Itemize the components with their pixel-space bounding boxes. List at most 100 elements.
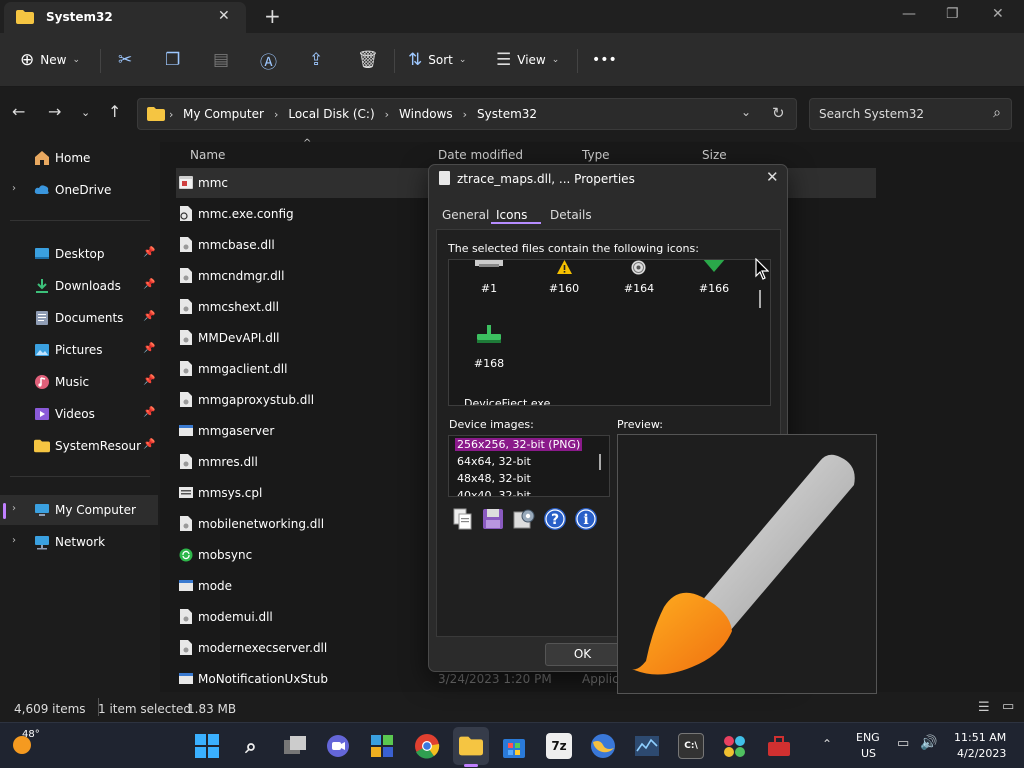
cut-icon[interactable]: ✂ [118, 47, 132, 73]
sidebar-item-videos[interactable]: Videos 📌 [0, 399, 158, 429]
close-tab-icon[interactable]: ✕ [218, 8, 230, 24]
breadcrumb-my-computer[interactable]: My Computer [183, 107, 264, 121]
column-header-type[interactable]: Type [582, 148, 610, 162]
pin-icon: 📌 [143, 343, 156, 354]
network-status-icon[interactable]: ▭ [897, 736, 909, 751]
paste-icon[interactable]: ▤ [213, 47, 229, 73]
tab-details[interactable]: Details [550, 208, 592, 222]
clock-time[interactable]: 11:51 AM [954, 731, 1006, 744]
device-image-item[interactable]: 48x48, 32-bit [455, 472, 533, 485]
toolbox-icon[interactable] [766, 734, 792, 758]
browser-globe-icon[interactable] [590, 733, 616, 759]
icon-list[interactable]: #1 #160 #164 #166 #168 DeviceFiect.exe [448, 259, 771, 406]
breadcrumb-local-disk[interactable]: Local Disk (C:) [288, 107, 374, 121]
dll-file-icon [180, 392, 192, 407]
search-input[interactable]: Search System32 [819, 107, 924, 121]
game-controller-icon[interactable] [722, 734, 748, 758]
tiles-view-icon[interactable]: ▭ [1002, 699, 1014, 714]
recent-chevron-icon[interactable]: ⌄ [81, 106, 90, 119]
tray-overflow-chevron-icon[interactable]: ⌃ [822, 737, 832, 751]
rename-icon[interactable]: Ⓐ [260, 47, 277, 73]
dll-file-icon [180, 330, 192, 345]
store-icon[interactable] [502, 733, 526, 759]
sort-button[interactable]: ⇅ Sort ⌄ [408, 47, 466, 73]
chevron-right-icon: › [273, 107, 279, 121]
history-chevron-icon[interactable]: ⌄ [741, 105, 751, 119]
language-secondary[interactable]: US [861, 747, 876, 760]
scrollbar-thumb[interactable] [599, 454, 601, 470]
start-icon[interactable] [195, 734, 219, 758]
help-icon[interactable]: ? [543, 507, 567, 531]
delete-icon[interactable]: 🗑 [357, 47, 379, 73]
sidebar-item-home[interactable]: Home [0, 143, 158, 173]
dll-file-icon [180, 237, 192, 252]
copy-icon[interactable] [451, 507, 475, 531]
tab-icons[interactable]: Icons [496, 208, 527, 222]
device-image-item[interactable]: 40x40, 32-bit [455, 489, 533, 496]
sidebar-item-network[interactable]: › Network [0, 527, 158, 557]
breadcrumb-system32[interactable]: System32 [477, 107, 537, 121]
settings-icon[interactable] [512, 507, 536, 531]
file-name: mmcbase.dll [198, 238, 275, 252]
clock-date[interactable]: 4/2/2023 [957, 747, 1006, 760]
chevron-right-icon[interactable]: › [12, 183, 16, 194]
file-date: 3/24/2023 1:20 PM [438, 672, 552, 686]
restore-icon[interactable]: ❐ [946, 6, 959, 22]
up-arrow-icon[interactable]: ↑ [108, 102, 121, 121]
chevron-right-icon[interactable]: › [12, 503, 16, 514]
sidebar-item-downloads[interactable]: Downloads 📌 [0, 271, 158, 301]
file-explorer-taskbar-button[interactable] [453, 727, 489, 765]
ok-button[interactable]: OK [545, 643, 620, 666]
more-options-button[interactable]: ••• [592, 47, 617, 73]
dialog-close-icon[interactable]: ✕ [766, 168, 779, 186]
copy-icon[interactable]: ❐ [165, 47, 180, 73]
sidebar-item-desktop[interactable]: Desktop 📌 [0, 239, 158, 269]
address-bar[interactable]: › My Computer › Local Disk (C:) › Window… [137, 98, 797, 130]
column-header-name[interactable]: Name [190, 148, 225, 162]
device-image-item-selected[interactable]: 256x256, 32-bit (PNG) [455, 438, 583, 451]
sidebar-item-pictures[interactable]: Pictures 📌 [0, 335, 158, 365]
volume-icon[interactable]: 🔊 [920, 735, 937, 751]
sidebar-item-documents[interactable]: Documents 📌 [0, 303, 158, 333]
details-view-icon[interactable]: ☰ [978, 700, 990, 715]
sidebar-label: My Computer [55, 503, 136, 517]
view-icon: ☰ [496, 50, 512, 70]
scrollbar-thumb[interactable] [759, 290, 761, 308]
minimize-icon[interactable]: — [902, 6, 916, 22]
share-icon[interactable]: ⇪ [309, 47, 323, 73]
device-images-list[interactable]: 256x256, 32-bit (PNG) 64x64, 32-bit 48x4… [448, 435, 610, 497]
dll-file-icon [180, 454, 192, 469]
title-bar: System32 ✕ + — ❐ ✕ [0, 0, 1024, 33]
dll-file-icon [180, 268, 192, 283]
forward-arrow-icon[interactable]: → [48, 102, 61, 121]
column-header-date[interactable]: Date modified [438, 148, 523, 162]
performance-monitor-icon[interactable] [634, 734, 660, 758]
explorer-tab[interactable]: System32 ✕ [4, 2, 246, 33]
command-prompt-icon[interactable]: C:\ [678, 733, 704, 759]
info-icon[interactable]: i [574, 507, 598, 531]
close-window-icon[interactable]: ✕ [992, 6, 1004, 22]
tab-general[interactable]: General [442, 208, 489, 222]
search-box[interactable]: Search System32 ⌕ [809, 98, 1012, 130]
sidebar-item-onedrive[interactable]: › OneDrive [0, 175, 158, 205]
refresh-icon[interactable]: ↻ [772, 104, 785, 122]
chrome-icon[interactable] [414, 733, 440, 759]
back-arrow-icon[interactable]: ← [12, 102, 25, 121]
device-image-item[interactable]: 64x64, 32-bit [455, 455, 533, 468]
column-header-size[interactable]: Size [702, 148, 727, 162]
teams-chat-icon[interactable] [326, 734, 350, 758]
new-tab-button[interactable]: + [264, 4, 281, 28]
search-icon[interactable]: ⌕ [238, 733, 264, 759]
save-icon[interactable] [481, 507, 505, 531]
new-button[interactable]: ⊕ New ⌄ [20, 47, 80, 73]
chevron-right-icon[interactable]: › [12, 535, 16, 546]
language-primary[interactable]: ENG [856, 731, 880, 744]
sidebar-item-systemresource[interactable]: SystemResource 📌 [0, 431, 158, 461]
view-button[interactable]: ☰ View ⌄ [496, 47, 559, 73]
7zip-icon[interactable]: 7z [546, 733, 572, 759]
sidebar-item-my-computer[interactable]: › My Computer [0, 495, 158, 525]
task-view-icon[interactable] [282, 734, 308, 758]
widgets-icon[interactable] [370, 734, 394, 758]
breadcrumb-windows[interactable]: Windows [399, 107, 453, 121]
sidebar-item-music[interactable]: Music 📌 [0, 367, 158, 397]
